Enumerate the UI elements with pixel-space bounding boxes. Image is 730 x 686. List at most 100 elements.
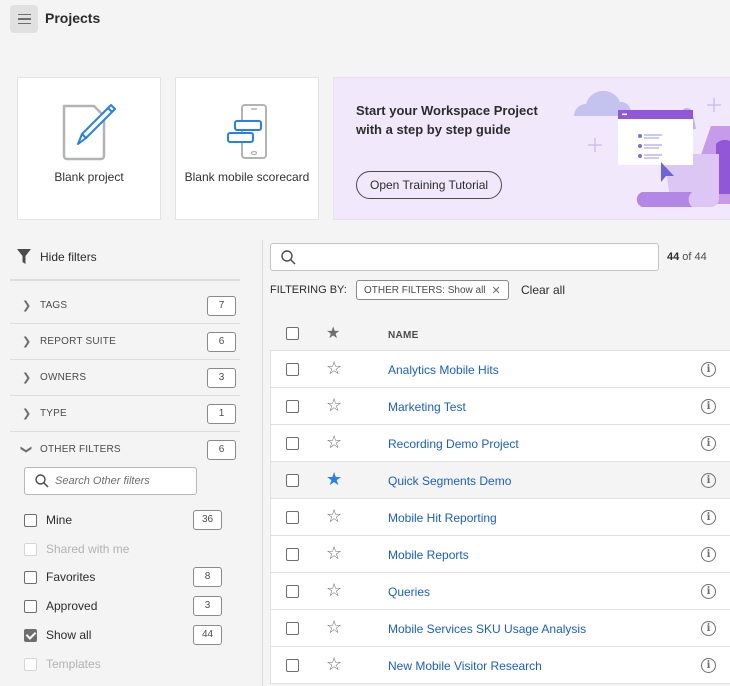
info-icon[interactable]: i [701,399,716,414]
page-title: Projects [45,10,101,26]
star-outline-icon[interactable]: ☆ [326,654,342,674]
result-separator: of [679,251,695,263]
row-checkbox[interactable] [286,511,299,524]
chevron-down-icon: ❯ [20,444,33,455]
info-icon[interactable]: i [701,621,716,636]
hamburger-line [17,18,31,20]
checkbox[interactable] [24,513,37,527]
info-icon[interactable]: i [701,436,716,451]
open-training-tutorial-button[interactable]: Open Training Tutorial [356,171,503,199]
project-name-link[interactable]: Quick Segments Demo [388,474,511,488]
hide-filters-button[interactable]: Hide filters [17,249,97,264]
row-checkbox[interactable] [286,474,299,487]
row-checkbox[interactable] [286,659,299,672]
result-total: 44 [694,251,707,263]
facet-report-suite[interactable]: ❯ REPORT SUITE 6 [10,324,240,360]
star-outline-icon[interactable]: ☆ [326,395,342,415]
star-outline-icon[interactable]: ☆ [326,543,342,563]
filter-chip-label: OTHER FILTERS: Show all [364,284,486,296]
star-outline-icon[interactable]: ☆ [326,432,342,452]
hide-filters-label: Hide filters [40,249,97,264]
project-name-link[interactable]: Mobile Services SKU Usage Analysis [388,622,586,636]
project-search-input[interactable] [304,250,644,264]
row-checkbox[interactable] [286,400,299,413]
search-icon [281,249,296,265]
star-outline-icon[interactable]: ☆ [326,580,342,600]
table-row[interactable]: ☆ Mobile Hit Reporting i [271,499,730,536]
table-row[interactable]: ★ Quick Segments Demo i [271,462,730,499]
info-icon[interactable]: i [701,473,716,488]
info-icon[interactable]: i [701,510,716,525]
hamburger-menu-button[interactable] [10,5,38,33]
checkbox-checked[interactable] [24,628,37,642]
facet-label: TYPE [40,408,67,419]
checkbox[interactable] [24,599,37,613]
info-icon[interactable]: i [701,547,716,562]
facet-count: 1 [207,404,236,424]
other-filters-search[interactable] [24,467,197,495]
star-outline-icon[interactable]: ☆ [326,617,342,637]
column-header-name[interactable]: NAME [388,330,419,341]
star-outline-icon[interactable]: ☆ [326,506,342,526]
project-name-link[interactable]: New Mobile Visitor Research [388,659,542,673]
facet-count: 6 [207,440,236,460]
project-name-link[interactable]: Marketing Test [388,400,466,414]
panel-divider [262,240,263,686]
project-name-link[interactable]: Recording Demo Project [388,437,519,451]
row-checkbox[interactable] [286,363,299,376]
option-label: Approved [46,599,98,613]
star-filled-icon[interactable]: ★ [326,469,342,489]
checkbox [24,657,37,671]
row-checkbox[interactable] [286,548,299,561]
project-name-link[interactable]: Queries [388,585,430,599]
filter-icon [17,249,31,264]
info-icon[interactable]: i [701,584,716,599]
table-row[interactable]: ☆ Recording Demo Project i [271,425,730,462]
facet-type[interactable]: ❯ TYPE 1 [10,396,240,432]
table-row[interactable]: ☆ Analytics Mobile Hits i [271,351,730,388]
search-icon [35,474,49,488]
star-outline-icon[interactable]: ☆ [326,358,342,378]
table-row[interactable]: ☆ New Mobile Visitor Research i [271,647,730,684]
facet-count: 3 [207,368,236,388]
info-icon[interactable]: i [701,658,716,673]
option-approved[interactable]: Approved 3 [24,596,222,616]
row-checkbox[interactable] [286,585,299,598]
option-show-all[interactable]: Show all 44 [24,625,222,645]
blank-project-card[interactable]: Blank project [17,77,161,220]
option-label: Show all [46,628,92,642]
banner-title: Start your Workspace Project with a step… [356,103,538,137]
table-row[interactable]: ☆ Mobile Services SKU Usage Analysis i [271,610,730,647]
info-icon[interactable]: i [701,362,716,377]
clear-all-button[interactable]: Clear all [521,283,565,297]
project-name-link[interactable]: Mobile Hit Reporting [388,511,497,525]
result-count: 44 of 44 [667,251,707,263]
chevron-right-icon: ❯ [22,300,32,312]
option-shared-with-me: Shared with me [24,539,129,559]
facet-tags[interactable]: ❯ TAGS 7 [10,288,240,324]
option-count: 3 [193,596,222,616]
filters-panel: Hide filters ❯ TAGS 7 ❯ REPORT SUITE 6 ❯… [0,240,262,686]
row-checkbox[interactable] [286,622,299,635]
close-icon[interactable]: ✕ [492,284,501,297]
checkbox[interactable] [24,570,37,584]
project-name-link[interactable]: Mobile Reports [388,548,469,562]
table-row[interactable]: ☆ Marketing Test i [271,388,730,425]
facet-other-filters[interactable]: ❯ OTHER FILTERS 6 [10,432,240,468]
option-label: Favorites [46,570,96,584]
other-filters-search-input[interactable] [55,475,195,487]
project-search[interactable] [270,243,659,271]
row-checkbox[interactable] [286,437,299,450]
blank-mobile-scorecard-card[interactable]: Blank mobile scorecard [175,77,319,220]
table-row[interactable]: ☆ Mobile Reports i [271,536,730,573]
option-favorites[interactable]: Favorites 8 [24,567,222,587]
option-count: 44 [193,625,222,645]
option-label: Mine [46,513,73,527]
project-name-link[interactable]: Analytics Mobile Hits [388,363,499,377]
option-mine[interactable]: Mine 36 [24,510,222,530]
facet-owners[interactable]: ❯ OWNERS 3 [10,360,240,396]
option-label: Shared with me [46,542,130,556]
select-all-checkbox[interactable] [286,327,299,340]
table-row[interactable]: ☆ Queries i [271,573,730,610]
star-filled-icon[interactable]: ★ [326,323,340,343]
